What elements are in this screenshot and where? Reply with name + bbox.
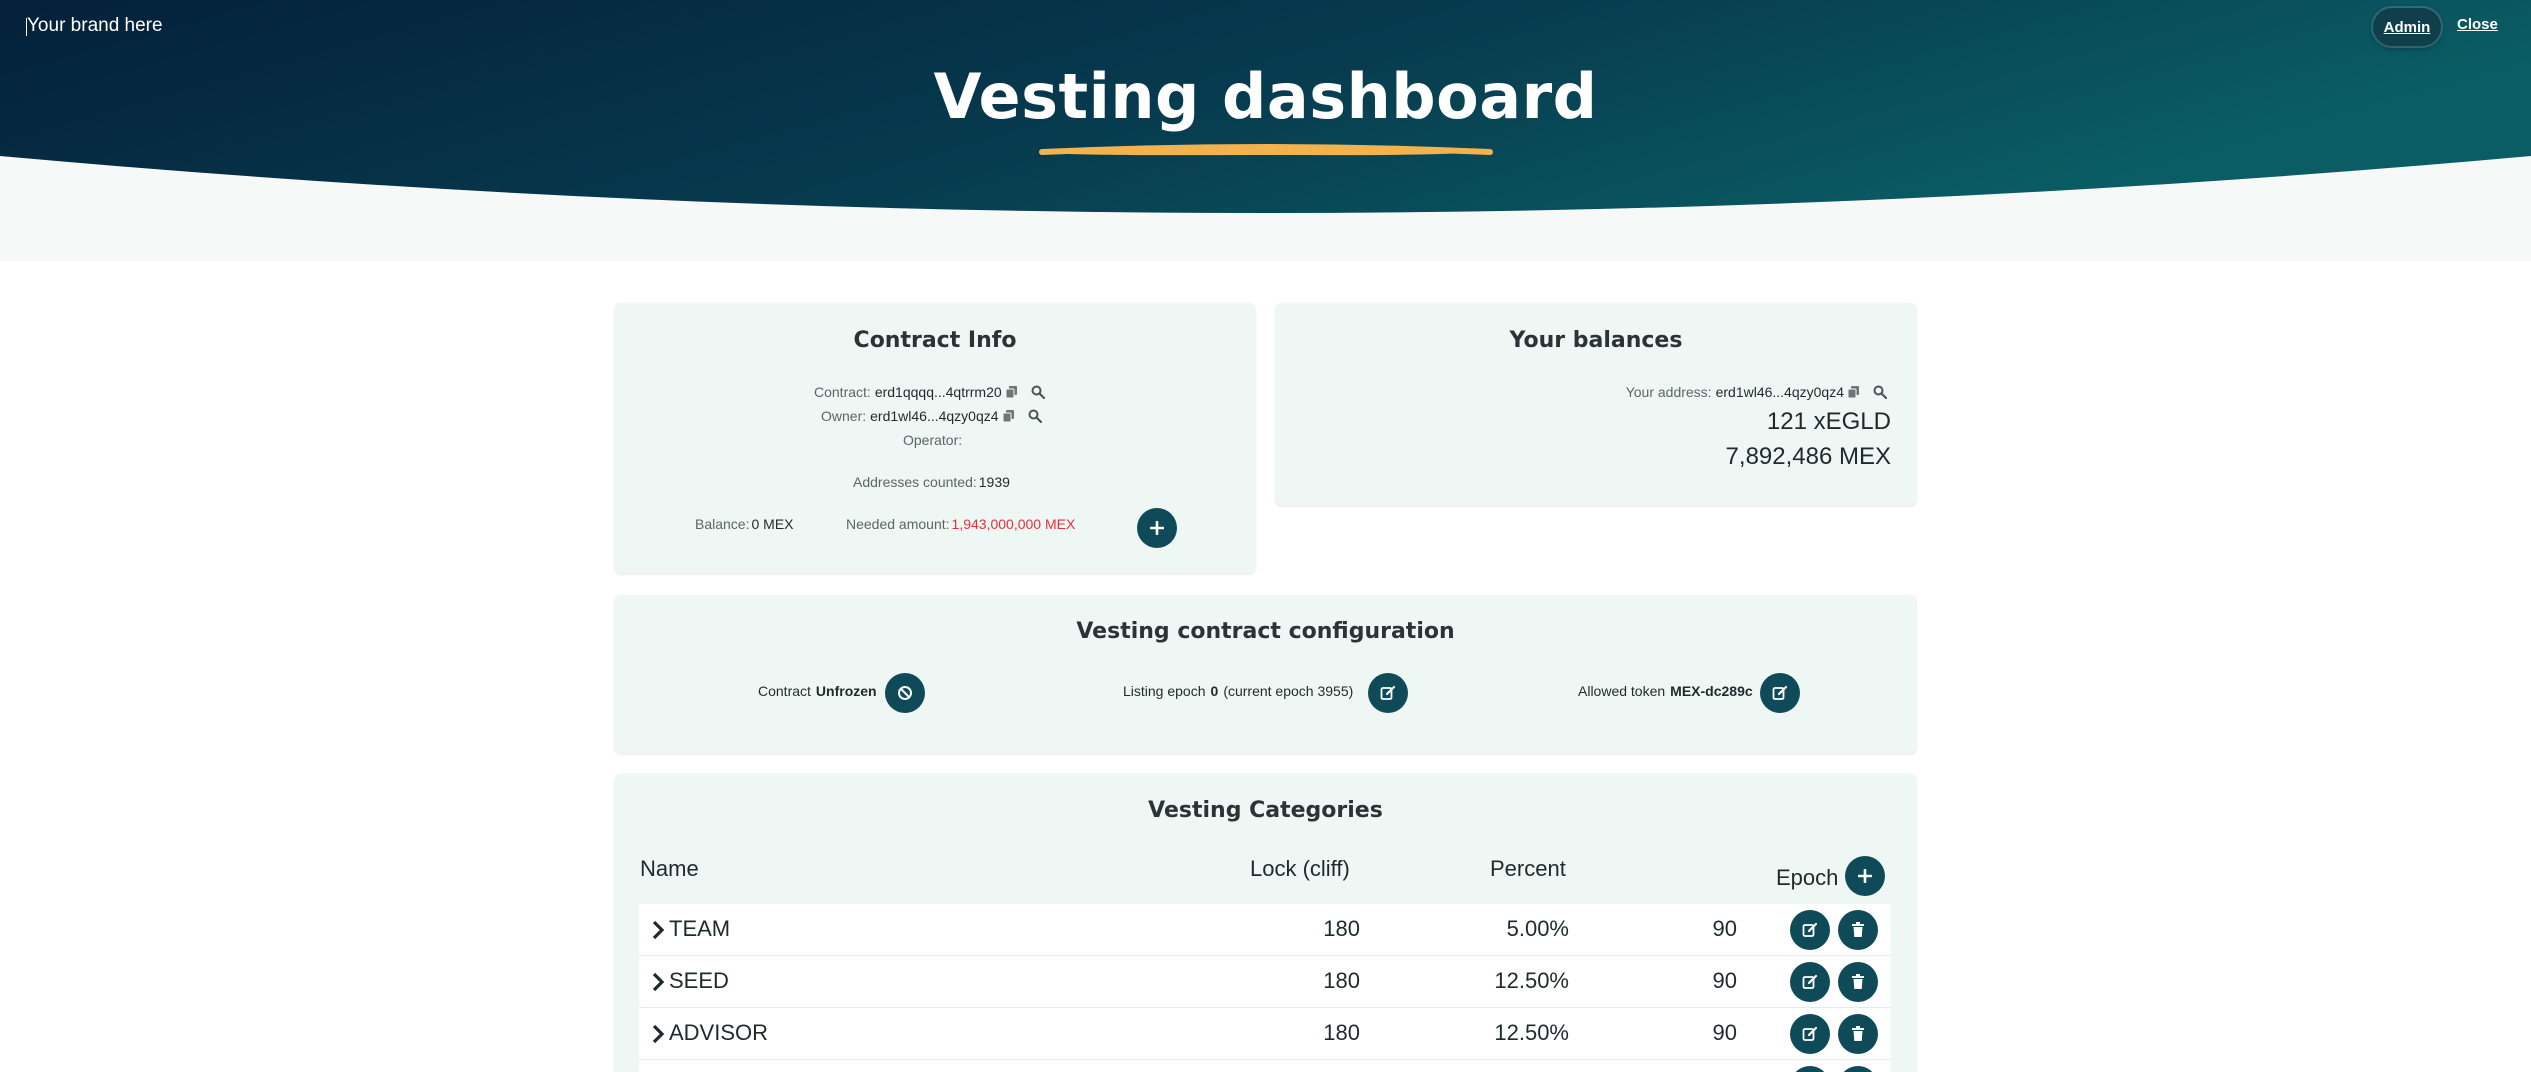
edit-icon — [1802, 922, 1818, 937]
needed-amount-label: Needed amount: — [846, 516, 950, 532]
edit-icon — [1802, 1026, 1818, 1041]
close-link[interactable]: Close — [2457, 16, 2498, 33]
owner-address: erd1wl46...4qzy0qz4 — [870, 408, 999, 424]
delete-category-button[interactable] — [1838, 962, 1878, 1002]
balance-value: 0 MEX — [751, 516, 794, 532]
owner-label: Owner: — [821, 408, 867, 424]
chevron-right-icon[interactable] — [651, 972, 665, 992]
needed-amount-value: 1,943,000,000 MEX — [951, 516, 1076, 532]
config-title: Vesting contract configuration — [1076, 619, 1455, 644]
egld-balance: 121 xEGLD — [1766, 408, 1891, 435]
mex-balance: 7,892,486 MEX — [1725, 443, 1891, 470]
category-epoch: 90 — [1712, 1020, 1737, 1045]
chevron-right-icon[interactable] — [651, 920, 665, 940]
edit-icon — [1380, 685, 1396, 700]
contract-info-card: Contract Info Contract: erd1qqqq...4qtrr… — [615, 303, 1255, 573]
edit-allowed-token-button[interactable] — [1760, 673, 1800, 713]
column-header-percent: Percent — [1490, 856, 1566, 881]
category-lock: 180 — [1323, 1020, 1360, 1045]
plus-icon — [1858, 869, 1872, 883]
category-epoch: 90 — [1712, 968, 1737, 993]
trash-icon — [1852, 974, 1864, 989]
trash-icon — [1852, 1026, 1864, 1041]
listing-epoch-row: Listing epoch 0 (current epoch 3955) — [1123, 683, 1353, 699]
chevron-right-icon[interactable] — [651, 1024, 665, 1044]
admin-button[interactable]: Admin — [2373, 8, 2441, 46]
contract-state-label: Contract — [758, 683, 811, 699]
category-name: TEAM — [669, 916, 731, 941]
freeze-toggle-button[interactable] — [885, 673, 925, 713]
delete-category-button[interactable] — [1838, 1014, 1878, 1054]
addresses-counted-value: 1939 — [978, 474, 1010, 490]
current-epoch-text: (current epoch 3955) — [1223, 683, 1354, 699]
owner-address-row: Owner: erd1wl46...4qzy0qz4 — [821, 408, 1043, 424]
balances-title: Your balances — [1509, 328, 1683, 353]
table-row[interactable]: ADVISOR 180 12.50% 90 — [639, 1008, 1891, 1060]
edit-category-button[interactable] — [1790, 1066, 1830, 1072]
needed-amount-row: Needed amount: 1,943,000,000 MEX — [846, 516, 1075, 532]
plus-icon — [1150, 521, 1164, 535]
copy-icon[interactable] — [1001, 408, 1017, 424]
contract-address-row: Contract: erd1qqqq...4qtrrm20 — [814, 384, 1046, 400]
contract-info-title: Contract Info — [853, 328, 1017, 353]
balance-row: Balance: 0 MEX — [695, 516, 794, 532]
edit-category-button[interactable] — [1790, 962, 1830, 1002]
search-icon[interactable] — [1872, 384, 1888, 400]
table-row[interactable]: SEED 180 12.50% 90 — [639, 956, 1891, 1008]
delete-category-button[interactable] — [1838, 1066, 1878, 1072]
category-lock: 180 — [1323, 968, 1360, 993]
your-address-value: erd1wl46...4qzy0qz4 — [1715, 384, 1844, 400]
allowed-token-label: Allowed token — [1578, 683, 1666, 699]
category-percent: 12.50% — [1494, 968, 1569, 993]
page-title: Vesting dashboard — [933, 60, 1598, 133]
balances-card: Your balances Your address: erd1wl46...4… — [1276, 303, 1916, 505]
category-epoch: 90 — [1712, 916, 1737, 941]
add-funds-button[interactable] — [1137, 508, 1177, 548]
your-address-row: Your address: erd1wl46...4qzy0qz4 — [1626, 384, 1888, 400]
edit-icon — [1802, 974, 1818, 989]
category-percent: 12.50% — [1494, 1020, 1569, 1045]
balance-label: Balance: — [695, 516, 750, 532]
categories-title: Vesting Categories — [1148, 798, 1383, 823]
table-row[interactable] — [639, 1060, 1891, 1072]
title-underline-decoration — [1039, 144, 1493, 156]
addresses-counted-row: Addresses counted: 1939 — [853, 474, 1010, 490]
category-percent: 5.00% — [1506, 916, 1569, 941]
search-icon[interactable] — [1030, 384, 1046, 400]
addresses-counted-label: Addresses counted: — [853, 474, 977, 490]
add-category-button[interactable] — [1845, 856, 1885, 896]
category-name: SEED — [669, 968, 729, 993]
edit-listing-epoch-button[interactable] — [1368, 673, 1408, 713]
your-address-label: Your address: — [1625, 384, 1712, 400]
column-header-lock: Lock (cliff) — [1250, 856, 1350, 881]
contract-state-row: Contract Unfrozen — [758, 683, 877, 699]
config-card: Vesting contract configuration Contract … — [615, 595, 1916, 753]
contract-label: Contract: — [814, 384, 871, 400]
allowed-token-row: Allowed token MEX-dc289c — [1578, 683, 1753, 699]
operator-row: Operator: — [903, 432, 968, 448]
search-icon[interactable] — [1027, 408, 1043, 424]
contract-state-value: Unfrozen — [815, 683, 877, 699]
trash-icon — [1852, 922, 1864, 937]
listing-epoch-value: 0 — [1210, 683, 1219, 699]
listing-epoch-label: Listing epoch — [1123, 683, 1206, 699]
edit-icon — [1772, 685, 1788, 700]
copy-icon[interactable] — [1004, 384, 1020, 400]
column-header-epoch: Epoch — [1776, 865, 1839, 890]
edit-category-button[interactable] — [1790, 1014, 1830, 1054]
edit-category-button[interactable] — [1790, 910, 1830, 950]
delete-category-button[interactable] — [1838, 910, 1878, 950]
category-name: ADVISOR — [669, 1020, 769, 1045]
ban-icon — [898, 686, 912, 700]
operator-label: Operator: — [903, 432, 963, 448]
contract-address: erd1qqqq...4qtrrm20 — [874, 384, 1002, 400]
brand-logo-text[interactable]: Your brand here — [26, 15, 163, 37]
allowed-token-value: MEX-dc289c — [1670, 683, 1753, 699]
category-lock: 180 — [1323, 916, 1360, 941]
copy-icon[interactable] — [1846, 384, 1862, 400]
column-header-name: Name — [640, 856, 699, 881]
table-row[interactable]: TEAM 180 5.00% 90 — [639, 904, 1891, 956]
